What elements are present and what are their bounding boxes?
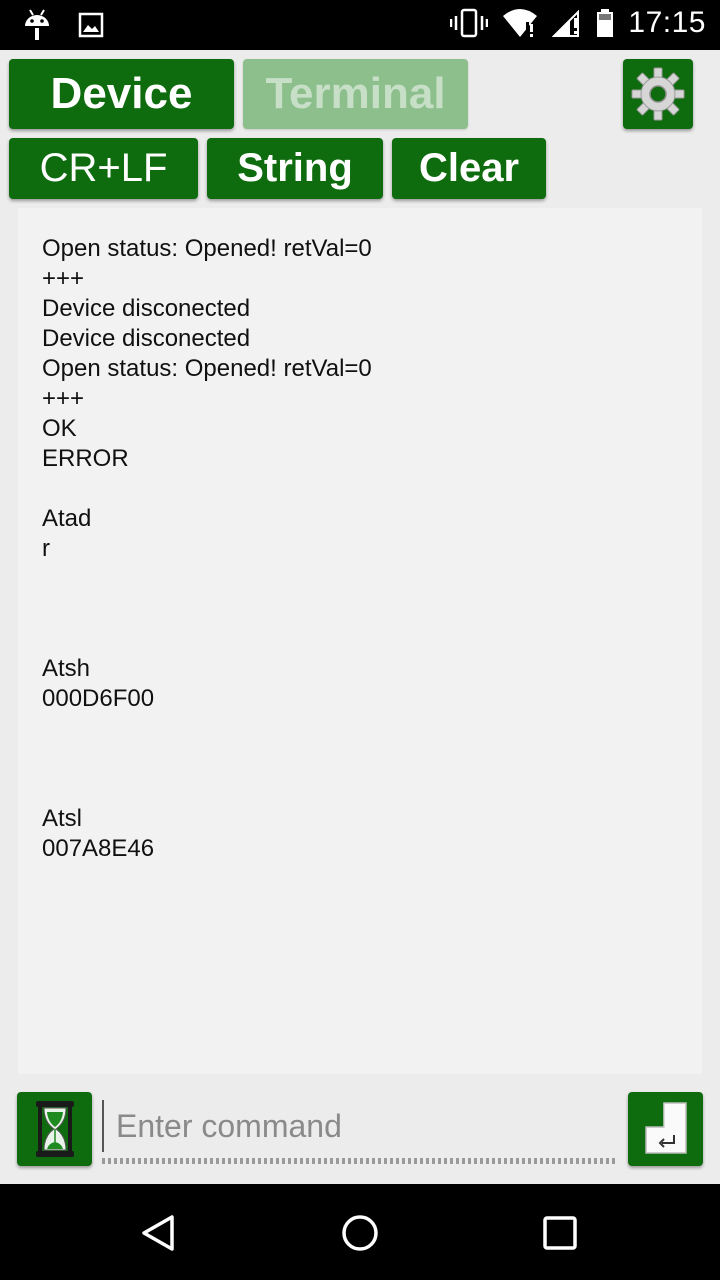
back-icon <box>142 1215 174 1251</box>
clear-button[interactable]: Clear <box>392 138 546 199</box>
terminal-line: Atad <box>42 505 92 532</box>
terminal-line: Open status: Opened! retVal=0 <box>42 235 372 262</box>
hourglass-icon <box>35 1101 74 1157</box>
terminal-line: 007A8E46 <box>42 835 155 862</box>
terminal-line: Device disconected <box>42 295 251 322</box>
send-button[interactable] <box>628 1092 703 1166</box>
string-mode-button[interactable]: String <box>207 138 383 199</box>
battery-icon <box>597 9 614 37</box>
terminal-line: +++ <box>42 265 85 292</box>
vibrate-icon <box>450 8 489 38</box>
terminal-button[interactable]: Terminal <box>243 59 468 129</box>
signal-icon <box>552 9 580 37</box>
device-button[interactable]: Device <box>9 59 234 129</box>
home-icon <box>342 1215 378 1251</box>
wifi-icon <box>503 9 538 37</box>
navigation-bar <box>0 1184 720 1280</box>
gear-icon <box>631 67 685 121</box>
terminal-line: Atsh <box>42 655 91 682</box>
terminal-output[interactable]: Open status: Opened! retVal=0 +++ Device d… <box>18 208 702 1074</box>
hourglass-button[interactable] <box>17 1092 92 1166</box>
enter-key-icon <box>644 1102 687 1154</box>
terminal-line: OK <box>42 415 77 442</box>
input-underline <box>102 1158 618 1164</box>
terminal-line: r <box>42 535 50 562</box>
recents-button[interactable] <box>535 1208 585 1258</box>
settings-button[interactable] <box>623 59 693 129</box>
terminal-line: +++ <box>42 385 85 412</box>
terminal-line: Open status: Opened! retVal=0 <box>42 355 372 382</box>
home-button[interactable] <box>335 1208 385 1258</box>
recents-icon <box>543 1216 577 1250</box>
crlf-toggle-button[interactable]: CR+LF <box>9 138 198 199</box>
back-button[interactable] <box>134 1208 184 1258</box>
terminal-line: Device disconected <box>42 325 251 352</box>
terminal-line: ERROR <box>42 445 129 472</box>
command-input-wrapper <box>102 1094 618 1166</box>
android-icon <box>25 9 49 40</box>
status-time: 17:15 <box>628 6 706 39</box>
command-input[interactable] <box>102 1100 618 1152</box>
status-bar: 17:15 <box>0 0 720 50</box>
terminal-line: Atsl <box>42 805 83 832</box>
app-content: Device Terminal CR+LF String Clear Open … <box>0 50 720 1184</box>
image-icon <box>78 12 104 38</box>
terminal-line: 000D6F00 <box>42 685 155 712</box>
